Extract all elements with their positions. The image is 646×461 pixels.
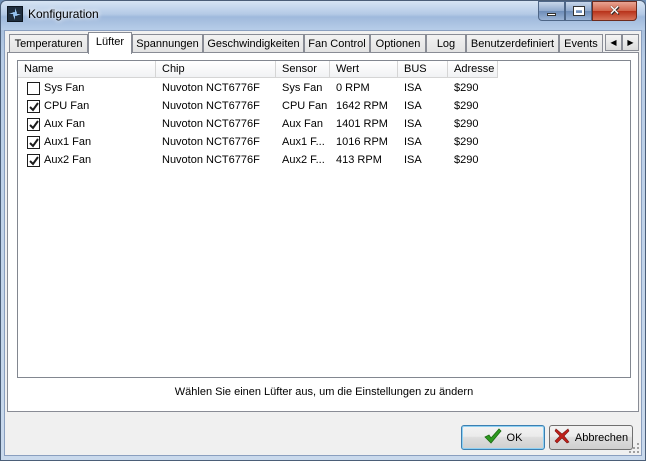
tab-scroll-right-button[interactable]: ▶ [622,34,639,51]
cell-bus: ISA [404,82,422,94]
title-bar[interactable]: Konfiguration ✕ [1,1,645,30]
cell-value: 0 RPM [336,82,370,94]
tab-strip: Temperaturen Lüfter Spannungen Geschwind… [7,32,639,54]
cancel-button[interactable]: Abbrechen [549,425,633,450]
tab-temperaturen[interactable]: Temperaturen [9,34,88,53]
cell-sensor: Aux1 F... [282,136,325,148]
column-header-bus[interactable]: BUS [398,61,448,78]
fan-checkbox[interactable] [27,136,40,149]
column-header-sensor[interactable]: Sensor [276,61,330,78]
tab-geschwindigkeiten[interactable]: Geschwindigkeiten [203,34,304,53]
button-bar [5,415,641,455]
cell-sensor: Aux Fan [282,118,323,130]
hint-text: Wählen Sie einen Lüfter aus, um die Eins… [174,386,474,398]
dialog-client: Temperaturen Lüfter Spannungen Geschwind… [4,30,642,456]
cell-chip: Nuvoton NCT6776F [162,118,260,130]
cell-address: $290 [454,82,479,94]
cell-sensor: Aux2 F... [282,154,325,166]
column-header-name[interactable]: Name [18,61,156,78]
fan-checkbox[interactable] [27,82,40,95]
ok-button[interactable]: OK [461,425,545,450]
cell-name: Aux1 Fan [44,136,92,148]
list-item[interactable]: Aux Fan Nuvoton NCT6776F Aux Fan 1401 RPM IS… [18,115,630,133]
cell-value: 1016 RPM [336,136,388,148]
cell-sensor: Sys Fan [282,82,323,94]
ok-label: OK [506,431,523,444]
list-item[interactable]: Aux2 Fan Nuvoton NCT6776F Aux2 F... 413 RPM… [18,151,630,169]
checkmark-icon [29,156,39,166]
list-item[interactable]: CPU Fan Nuvoton NCT6776F CPU Fan 1642 RPM IS… [18,97,630,115]
tab-events[interactable]: Events [559,34,603,53]
tab-benutzerdefiniert[interactable]: Benutzerdefiniert [466,34,559,53]
cell-value: 413 RPM [336,154,382,166]
cell-bus: ISA [404,118,422,130]
fan-list[interactable]: Name Chip Sensor Wert BUS Adresse Sys Fa… [17,60,631,378]
fan-checkbox[interactable] [27,100,40,113]
cell-value: 1642 RPM [336,100,388,112]
arrow-left-icon: ◀ [610,38,617,47]
close-icon: ✕ [608,3,621,19]
checkmark-icon [29,120,39,130]
checkmark-icon [483,427,502,448]
cell-address: $290 [454,118,479,130]
checkmark-icon [29,102,39,112]
column-header-wert[interactable]: Wert [330,61,398,78]
cell-chip: Nuvoton NCT6776F [162,136,260,148]
cell-name: Sys Fan [44,82,85,94]
maximize-icon [572,6,585,16]
tab-log[interactable]: Log [426,34,466,53]
close-button[interactable]: ✕ [592,1,637,21]
minimize-button[interactable] [538,1,565,21]
tab-optionen[interactable]: Optionen [370,34,426,53]
cell-name: CPU Fan [44,100,90,112]
column-header-chip[interactable]: Chip [156,61,276,78]
config-window: Konfiguration ✕ Temperaturen Lüfter Span… [0,0,646,461]
fan-checkbox[interactable] [27,118,40,131]
cell-bus: ISA [404,154,422,166]
cell-name: Aux2 Fan [44,154,92,166]
column-header-adresse[interactable]: Adresse [448,61,498,78]
tab-fan-control[interactable]: Fan Control [304,34,370,53]
cell-bus: ISA [404,136,422,148]
tab-spannungen[interactable]: Spannungen [132,34,203,53]
cell-chip: Nuvoton NCT6776F [162,100,260,112]
fan-checkbox[interactable] [27,154,40,167]
cell-address: $290 [454,100,479,112]
list-item[interactable]: Sys Fan Nuvoton NCT6776F Sys Fan 0 RPM ISA $2… [18,79,630,97]
cell-address: $290 [454,136,479,148]
minimize-icon [547,13,556,16]
tab-panel-luefter: Name Chip Sensor Wert BUS Adresse Sys Fa… [7,52,639,412]
cross-icon [554,428,570,448]
cell-sensor: CPU Fan [282,100,328,112]
cell-address: $290 [454,154,479,166]
tab-luefter[interactable]: Lüfter [88,32,132,54]
cell-chip: Nuvoton NCT6776F [162,82,260,94]
list-item[interactable]: Aux1 Fan Nuvoton NCT6776F Aux1 F... 1016 RP… [18,133,630,151]
cell-chip: Nuvoton NCT6776F [162,154,260,166]
arrow-right-icon: ▶ [627,38,634,47]
tab-scroll-left-button[interactable]: ◀ [605,34,622,51]
list-header: Name Chip Sensor Wert BUS Adresse [18,61,630,78]
checkmark-icon [29,138,39,148]
cell-bus: ISA [404,100,422,112]
window-title: Konfiguration [28,7,99,21]
cancel-label: Abbrechen [574,431,629,444]
cell-value: 1401 RPM [336,118,388,130]
app-fan-icon [7,6,23,22]
cell-name: Aux Fan [44,118,85,130]
maximize-button[interactable] [565,1,592,21]
